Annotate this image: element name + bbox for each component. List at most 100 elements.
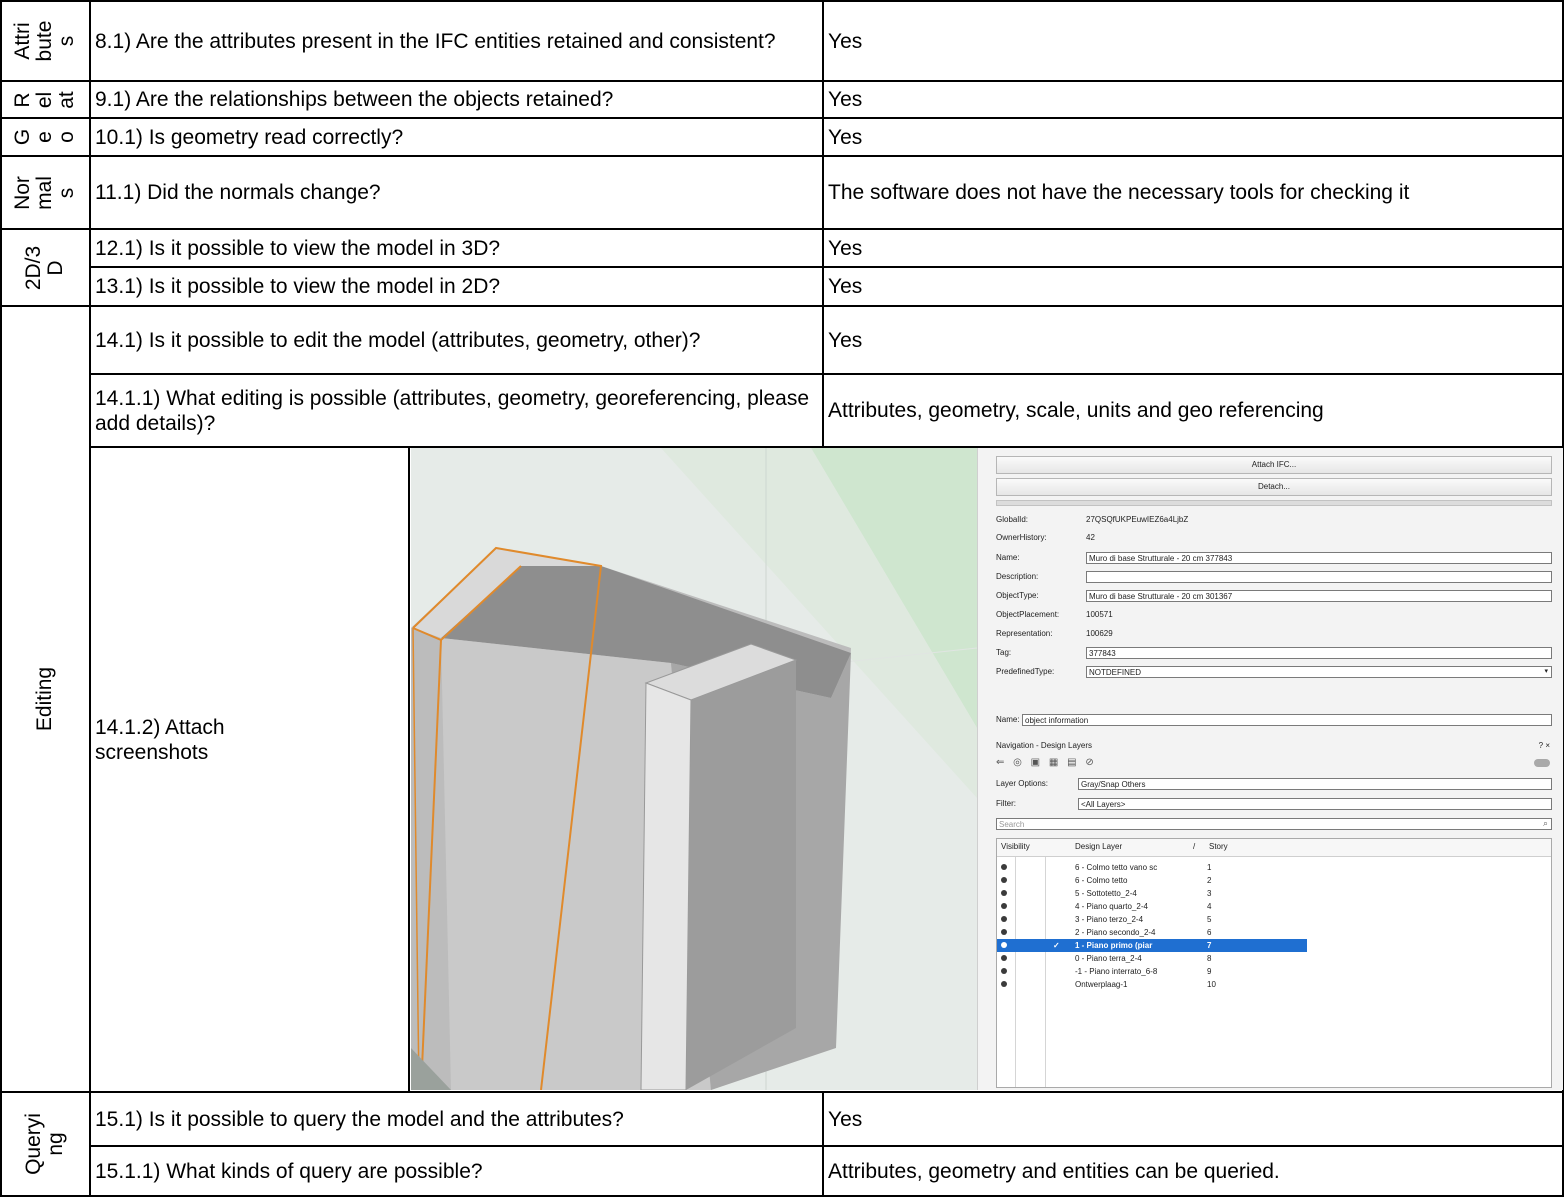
layer-row[interactable]: Ontwerplaag-1 10 (997, 978, 1551, 991)
eye-icon (1001, 890, 1007, 896)
answer-cell: The software does not have the necessary… (828, 181, 1410, 204)
check-icon: ✓ (1053, 941, 1060, 950)
category-label: Queryi ng (22, 1113, 67, 1175)
attached-screenshot: Attach IFC... Detach... GlobalId: 27QSQf… (411, 448, 1563, 1090)
category-label: 2D/3 D (22, 245, 67, 290)
prop-label: ObjectPlacement: (996, 610, 1060, 619)
question-cell: 12.1) Is it possible to view the model i… (95, 236, 501, 260)
layer-name: 4 - Piano quarto_2-4 (1075, 902, 1148, 911)
layer-options-select[interactable]: Gray/Snap Others (1078, 778, 1552, 790)
prop-label: Representation: (996, 629, 1053, 638)
layer-story: 6 (1207, 928, 1212, 937)
attach-ifc-button[interactable]: Attach IFC... (996, 456, 1552, 474)
prop-objecttype-field[interactable]: Muro di base Strutturale - 20 cm 301367 (1086, 590, 1552, 602)
object-info-panel: Attach IFC... Detach... GlobalId: 27QSQf… (977, 448, 1563, 1090)
question-cell: 15.1) Is it possible to query the model … (95, 1107, 624, 1131)
prop-name-field[interactable]: Muro di base Strutturale - 20 cm 377843 (1086, 552, 1552, 564)
name-field[interactable]: object information (1022, 714, 1552, 726)
answer-cell: Yes (828, 125, 863, 149)
question-cell: 15.1.1) What kinds of query are possible… (95, 1159, 483, 1183)
eye-icon (1001, 942, 1007, 948)
layers-table: Visibility Design Layer / Story 6 - Colm… (996, 838, 1552, 1088)
column-header[interactable]: Story (1209, 842, 1228, 851)
prop-label: Tag: (996, 648, 1012, 657)
layer-row[interactable]: 6 - Colmo tetto 2 (997, 874, 1551, 887)
prop-label: OwnerHistory: (996, 533, 1047, 542)
eye-icon (1001, 864, 1007, 870)
wall-3d-render (411, 448, 977, 1090)
answer-cell: Yes (828, 236, 863, 260)
question-cell: 13.1) Is it possible to view the model i… (95, 275, 501, 298)
answer-cell: Attributes, geometry, scale, units and g… (828, 399, 1324, 422)
layer-name: 2 - Piano secondo_2-4 (1075, 928, 1156, 937)
model-viewport[interactable] (411, 448, 977, 1090)
layer-row[interactable]: 4 - Piano quarto_2-4 4 (997, 900, 1551, 913)
category-2d-3d: 2D/3 D (2, 230, 88, 305)
eye-icon (1001, 903, 1007, 909)
question-cell: 14.1.1) What editing is possible (attrib… (95, 386, 809, 435)
layer-name: 0 - Piano terra_2-4 (1075, 954, 1142, 963)
category-normals: Nor mal s (2, 157, 88, 228)
prop-tag-field[interactable]: 377843 (1086, 647, 1552, 659)
layer-options-label: Layer Options: (996, 779, 1049, 788)
layer-row[interactable]: 6 - Colmo tetto vano sc 1 (997, 861, 1551, 874)
name-label: Name: (996, 715, 1020, 724)
question-cell: 8.1) Are the attributes present in the I… (95, 29, 776, 53)
splitter-handle[interactable] (996, 500, 1552, 506)
question-cell: 14.1) Is it possible to edit the model (… (95, 328, 701, 352)
question-cell: 11.1) Did the normals change? (95, 181, 381, 204)
layers-header: Visibility Design Layer / Story (997, 839, 1551, 857)
category-label: Attri bute s (11, 20, 78, 62)
search-icon: ⌕ (1542, 818, 1548, 828)
layer-row[interactable]: 5 - Sottotetto_2-4 3 (997, 887, 1551, 900)
chevron-down-icon: ▾ (1544, 668, 1548, 675)
nav-toolbar[interactable]: ⇐ ◎ ▣ ▦ ▤ ⊘ (996, 756, 1136, 770)
column-header[interactable]: Design Layer (1075, 842, 1122, 851)
prop-value: 100629 (1086, 629, 1113, 638)
layer-row[interactable]: 3 - Piano terzo_2-4 5 (997, 913, 1551, 926)
category-label: Editing (33, 666, 56, 732)
layer-story: 1 (1207, 863, 1212, 872)
toggle-icon[interactable] (1534, 759, 1550, 767)
nav-title: Navigation - Design Layers (996, 741, 1093, 750)
prop-label: Name: (996, 553, 1020, 562)
layer-name: Ontwerplaag-1 (1075, 980, 1128, 989)
layer-story: 3 (1207, 889, 1212, 898)
prop-value: 100571 (1086, 610, 1113, 619)
category-editing: Editing (2, 307, 88, 1091)
prop-description-field[interactable] (1086, 571, 1552, 583)
layer-story: 2 (1207, 876, 1212, 885)
prop-predefinedtype-select[interactable]: NOTDEFINED (1086, 666, 1552, 678)
question-cell: 14.1.2) Attach screenshots (95, 716, 225, 764)
layer-story: 8 (1207, 954, 1212, 963)
category-label: Nor mal s (11, 175, 78, 210)
detach-button[interactable]: Detach... (996, 478, 1552, 496)
layer-row-selected[interactable]: ✓ 1 - Piano primo (piar 7 (997, 939, 1307, 952)
category-geometry: G e o (2, 119, 88, 155)
prop-label: PredefinedType: (996, 667, 1055, 676)
filter-select[interactable]: <All Layers> (1078, 798, 1552, 810)
layer-story: 9 (1207, 967, 1212, 976)
answer-cell: Yes (828, 88, 863, 111)
column-header[interactable]: / (1193, 842, 1195, 851)
category-label: R el at (11, 90, 78, 109)
layer-row[interactable]: 0 - Piano terra_2-4 8 (997, 952, 1551, 965)
layer-story: 10 (1207, 980, 1216, 989)
layer-row[interactable]: 2 - Piano secondo_2-4 6 (997, 926, 1551, 939)
layer-name: 6 - Colmo tetto (1075, 876, 1128, 885)
prop-label: Description: (996, 572, 1039, 581)
layer-name: -1 - Piano interrato_6-8 (1075, 967, 1158, 976)
prop-value: 27QSQfUKPEuwIEZ6a4LjbZ (1086, 515, 1189, 524)
category-attributes: Attri bute s (2, 2, 88, 80)
answer-cell: Attributes, geometry and entities can be… (828, 1159, 1280, 1183)
layer-name: 6 - Colmo tetto vano sc (1075, 863, 1158, 872)
layer-name: 1 - Piano primo (piar (1075, 941, 1153, 950)
close-icon[interactable]: ? × (1539, 740, 1550, 752)
prop-label: ObjectType: (996, 591, 1039, 600)
category-relationships: R el at (2, 82, 88, 117)
question-cell: 10.1) Is geometry read correctly? (95, 125, 404, 149)
eye-icon (1001, 916, 1007, 922)
column-header[interactable]: Visibility (1001, 842, 1030, 851)
search-input[interactable]: Search (996, 818, 1552, 830)
layer-row[interactable]: -1 - Piano interrato_6-8 9 (997, 965, 1551, 978)
